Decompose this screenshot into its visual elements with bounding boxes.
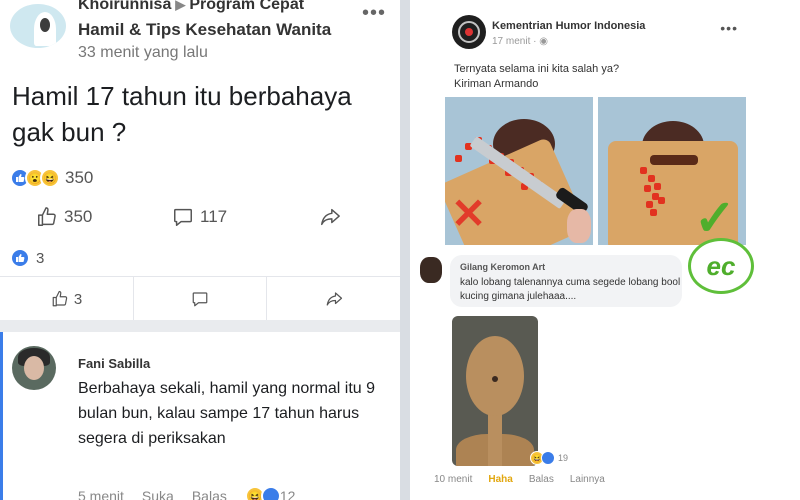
more-icon[interactable]: •••	[362, 2, 386, 25]
post-time-text: 17 menit ·	[492, 36, 537, 47]
comment-highlight-bar	[0, 332, 3, 500]
globe-icon: ◉	[539, 36, 548, 47]
reaction-count: 350	[65, 168, 94, 187]
x-mark-icon: ✕	[451, 190, 487, 237]
post-text-line1: Ternyata selama ini kita salah ya?	[454, 63, 620, 75]
like-count: 3	[73, 290, 83, 308]
post-header: Khoirunnisa ▶ Program Cepat Hamil & Tips K…	[0, 0, 400, 68]
comment-photo[interactable]	[452, 316, 538, 466]
comment-icon	[174, 208, 192, 226]
like-button[interactable]: 3	[0, 277, 133, 321]
share-button[interactable]	[267, 277, 400, 321]
comment-icon	[192, 292, 208, 307]
comment-count: 117	[200, 207, 228, 226]
comment-button[interactable]: 117	[172, 200, 227, 234]
page-avatar[interactable]	[452, 15, 486, 49]
share-icon	[321, 208, 340, 226]
share-button[interactable]	[318, 200, 348, 234]
post-author-line: Khoirunnisa ▶ Program Cepat	[78, 0, 304, 14]
group-name-line2[interactable]: Hamil & Tips Kesehatan Wanita	[78, 20, 331, 40]
comment-button[interactable]	[134, 277, 266, 321]
ec-logo-text: ec	[706, 250, 736, 281]
post-text-line2: Kiriman Armando	[454, 78, 539, 90]
comment-reply-button[interactable]: Balas	[192, 488, 227, 500]
post-photo-wrong[interactable]: ✕	[445, 97, 593, 245]
comment-meta: 10 menit Haha Balas Lainnya	[434, 474, 605, 485]
comment-reaction-count: 12	[279, 488, 296, 500]
commenter-name[interactable]: Fani Sabilla	[78, 356, 150, 371]
action-bar-bottom: 3	[0, 276, 400, 321]
comment-text: kalo lobang talenannya cuma segede loban…	[460, 277, 681, 302]
commenter-avatar[interactable]	[420, 257, 442, 283]
post-text: Ternyata selama ini kita salah ya? Kirim…	[454, 62, 754, 92]
comment-reply-button[interactable]: Balas	[529, 474, 554, 485]
comment: Fani Sabilla Berbahaya sekali, hamil yan…	[0, 332, 400, 500]
like-reaction-icon	[260, 486, 281, 500]
comment-time[interactable]: 5 menit	[78, 488, 124, 500]
post-time[interactable]: 17 menit · ◉	[492, 36, 548, 47]
action-bar: 350 117	[0, 200, 400, 234]
comment-reactions[interactable]: 😆 19	[530, 451, 568, 465]
panel-divider	[400, 0, 410, 500]
check-mark-icon: ✓	[694, 190, 736, 245]
like-reaction-icon	[541, 451, 555, 465]
arrow-right-icon: ▶	[175, 0, 186, 12]
share-icon	[326, 292, 342, 306]
comment-time[interactable]: 10 menit	[434, 474, 472, 485]
like-summary-count: 3	[36, 249, 45, 267]
like-reaction-icon	[10, 248, 30, 268]
author-name[interactable]: Khoirunnisa	[78, 0, 171, 13]
like-icon	[52, 290, 68, 307]
reaction-summary[interactable]: 😮 😆 350	[10, 166, 93, 190]
comment-reactions[interactable]: 😆 12	[244, 486, 296, 500]
haha-reaction-icon: 😆	[40, 168, 60, 188]
ec-logo-badge: ec	[688, 238, 754, 294]
comment-reaction-count: 19	[558, 453, 569, 463]
comment-like-button[interactable]: Suka	[142, 488, 174, 500]
board-hole	[650, 155, 698, 165]
left-post-screenshot: Khoirunnisa ▶ Program Cepat Hamil & Tips K…	[0, 0, 400, 500]
more-icon[interactable]: •••	[720, 20, 738, 36]
post-time[interactable]: 33 menit yang lalu	[78, 44, 208, 62]
section-gap	[0, 320, 400, 332]
comment-more-button[interactable]: Lainnya	[570, 474, 605, 485]
like-count: 350	[64, 207, 93, 226]
like-icon	[38, 207, 56, 226]
author-avatar[interactable]	[10, 4, 66, 48]
post-photo-right[interactable]: ✓	[598, 97, 746, 245]
comment-haha-button[interactable]: Haha	[488, 474, 512, 485]
comment-text: Berbahaya sekali, hamil yang normal itu …	[78, 380, 376, 447]
like-button[interactable]: 350	[36, 200, 92, 234]
comment-meta: 5 menit Suka Balas 😆 12	[78, 486, 295, 500]
board-hole	[492, 376, 498, 382]
like-summary[interactable]: 3	[10, 248, 44, 268]
page-name[interactable]: Kementrian Humor Indonesia	[492, 20, 645, 32]
commenter-avatar[interactable]	[12, 346, 56, 390]
group-name[interactable]: Program Cepat	[189, 0, 304, 13]
right-post-screenshot: Kementrian Humor Indonesia 17 menit · ◉ …	[410, 0, 800, 500]
post-text: Hamil 17 tahun itu berbahaya gak bun ?	[12, 81, 352, 147]
commenter-name[interactable]: Gilang Keromon Art	[460, 262, 545, 272]
